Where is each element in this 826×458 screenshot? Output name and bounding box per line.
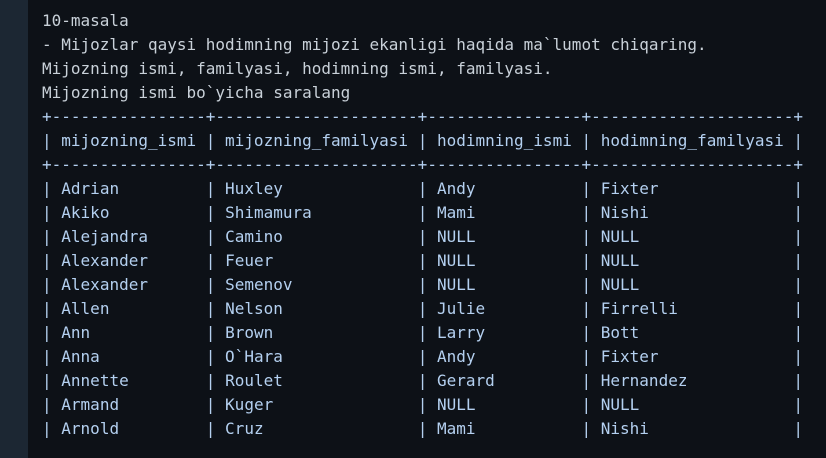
code-view: 10-masala - Mijozlar qaysi hodimning mijo… <box>0 0 826 458</box>
column-header-hodimning-ismi: hodimning_ismi <box>436 131 572 150</box>
table-cell: NULL <box>437 275 476 294</box>
table-cell: Larry <box>437 323 486 342</box>
table-row: | Allen | Nelson | Julie | Firrelli | <box>42 299 804 318</box>
table-cell: Nelson <box>225 299 283 318</box>
table-row: | Alexander | Feuer | NULL | NULL | <box>42 251 804 270</box>
table-cell: Semenov <box>225 275 293 294</box>
table-cell: Roulet <box>225 371 283 390</box>
table-cell: Huxley <box>225 179 283 198</box>
table-cell: NULL <box>600 395 640 414</box>
table-cell: Nishi <box>600 203 649 222</box>
table-cell: NULL <box>437 227 476 246</box>
table-cell: Gerard <box>437 371 495 390</box>
table-row: | Alexander | Semenov | NULL | NULL | <box>42 275 804 294</box>
table-cell: Allen <box>61 299 110 318</box>
table-row: | Akiko | Shimamura | Mami | Nishi | <box>42 203 804 222</box>
table-row: | Anna | O`Hara | Andy | Fixter | <box>42 347 804 366</box>
table-cell: Kuger <box>225 395 274 414</box>
task-description-line: Mijozning ismi bo`yicha saralang <box>42 83 351 102</box>
table-cell: O`Hara <box>225 347 283 366</box>
table-cell: Fixter <box>600 179 659 198</box>
table-row: | Alejandra | Camino | NULL | NULL | <box>42 227 804 246</box>
table-cell: Mami <box>437 203 476 222</box>
table-cell: NULL <box>600 275 640 294</box>
table-cell: Feuer <box>225 251 274 270</box>
table-cell: Mami <box>436 419 476 438</box>
code-block: 10-masala - Mijozlar qaysi hodimning mijo… <box>42 9 803 441</box>
task-title: 10-masala <box>42 11 129 30</box>
table-cell: Alexander <box>61 251 148 270</box>
table-cell: Alexander <box>61 275 148 294</box>
table-row: | Armand | Kuger | NULL | NULL | <box>42 395 804 414</box>
table-cell: Cruz <box>225 419 264 438</box>
table-cell: NULL <box>437 251 476 270</box>
table-cell: Andy <box>436 347 476 366</box>
table-cell: Ann <box>61 323 91 342</box>
table-cell: Julie <box>437 299 486 318</box>
table-cell: Brown <box>225 323 274 342</box>
column-header-mijozning-familyasi: mijozning_familyasi <box>225 131 409 150</box>
table-cell: Arnold <box>61 419 120 438</box>
table-row: | Ann | Brown | Larry | Bott | <box>42 323 804 342</box>
table-cell: Fixter <box>600 347 659 366</box>
table-cell: Anna <box>61 347 100 366</box>
table-cell: Alejandra <box>61 227 148 246</box>
table-cell: Armand <box>61 395 120 414</box>
line-gutter <box>0 0 28 458</box>
table-body: | Adrian | Huxley | Andy | Fixter | | Aki… <box>42 177 803 441</box>
table-cell: Camino <box>225 227 283 246</box>
table-cell: Shimamura <box>225 203 312 222</box>
table-row: | Annette | Roulet | Gerard | Hernandez … <box>42 371 804 390</box>
task-description-line: - Mijozlar qaysi hodimning mijozi ekanli… <box>42 35 707 54</box>
task-description-line: Mijozning ismi, familyasi, hodimning ism… <box>42 59 553 78</box>
table-cell: Annette <box>61 371 129 390</box>
table-cell: Adrian <box>61 179 120 198</box>
table-border-header: +----------------+---------------------+… <box>42 155 803 174</box>
table-border-top: +----------------+---------------------+… <box>42 107 803 126</box>
table-header-row: | mijozning_ismi | mijozning_familyasi |… <box>42 131 804 150</box>
table-cell: Nishi <box>600 419 649 438</box>
table-cell: NULL <box>600 227 640 246</box>
column-header-hodimning-familyasi: hodimning_familyasi <box>600 131 784 150</box>
table-row: | Adrian | Huxley | Andy | Fixter | <box>42 179 804 198</box>
table-cell: Akiko <box>61 203 110 222</box>
table-cell: Hernandez <box>600 371 688 390</box>
table-cell: NULL <box>600 251 640 270</box>
column-header-mijozning-ismi: mijozning_ismi <box>61 131 197 150</box>
table-cell: Firrelli <box>600 299 678 318</box>
table-cell: NULL <box>436 395 476 414</box>
table-row: | Arnold | Cruz | Mami | Nishi | <box>42 419 804 438</box>
table-cell: Bott <box>600 323 640 342</box>
table-cell: Andy <box>436 179 476 198</box>
